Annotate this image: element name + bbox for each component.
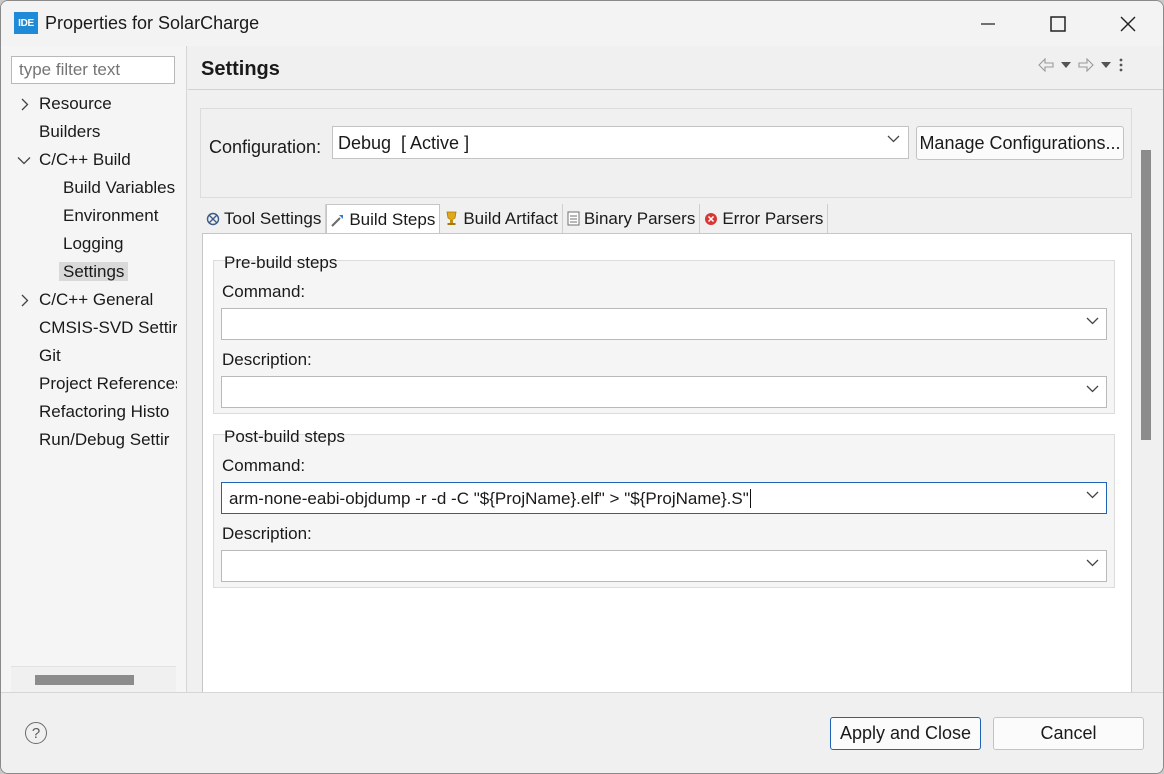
post-build-steps-group: Post-build steps Command: arm-none-eabi-…	[213, 427, 1115, 588]
configuration-select[interactable]: Debug [ Active ]	[332, 126, 909, 159]
tool-settings-icon	[206, 212, 220, 225]
title-divider	[188, 89, 1163, 90]
tree-horizontal-scrollbar[interactable]	[11, 666, 176, 692]
chevron-right-icon[interactable]	[17, 90, 31, 118]
tree-item-git[interactable]: Git	[39, 342, 61, 370]
configuration-label: Configuration:	[209, 137, 322, 157]
post-build-description-label: Description:	[222, 524, 312, 543]
chevron-down-icon[interactable]	[17, 146, 31, 174]
chevron-right-icon[interactable]	[17, 286, 31, 314]
cancel-button[interactable]: Cancel	[993, 717, 1144, 750]
close-icon	[1120, 16, 1136, 31]
tab-binary-parsers[interactable]: Binary Parsers	[563, 204, 701, 233]
window-title: Properties for SolarCharge	[45, 13, 260, 33]
pre-build-description-input[interactable]	[221, 376, 1107, 408]
tree-item-cmsis-svd-settings[interactable]: CMSIS-SVD Settir	[39, 314, 177, 342]
minimize-button[interactable]	[953, 1, 1023, 46]
settings-tabs: Tool Settings Build Steps Build Artifact…	[202, 204, 829, 234]
tree-item-build-variables[interactable]: Build Variables	[63, 174, 175, 202]
tree-item-settings[interactable]: Settings	[59, 258, 129, 286]
tree-item-environment[interactable]: Environment	[63, 202, 158, 230]
binary-parsers-icon	[567, 211, 580, 226]
back-arrow-icon[interactable]	[1038, 58, 1054, 72]
tab-build-steps[interactable]: Build Steps	[326, 204, 441, 234]
configuration-value: Debug [ Active ]	[338, 133, 470, 153]
tree-item-cpp-general[interactable]: C/C++ General	[17, 286, 177, 314]
maximize-icon	[1050, 15, 1066, 32]
configuration-area: Configuration: Debug [ Active ] Manage C…	[200, 108, 1132, 198]
post-build-command-input[interactable]: arm-none-eabi-objdump -r -d -C "${ProjNa…	[221, 482, 1107, 514]
properties-dialog: IDE Properties for SolarCharge Resource …	[0, 0, 1164, 774]
app-icon: IDE	[14, 12, 38, 34]
pre-build-steps-group: Pre-build steps Command: Description:	[213, 253, 1115, 414]
post-build-description-input[interactable]	[221, 550, 1107, 582]
tree-item-resource[interactable]: Resource	[17, 90, 177, 118]
chevron-down-icon[interactable]	[1086, 559, 1099, 567]
help-icon[interactable]: ?	[25, 722, 47, 744]
tree-item-logging[interactable]: Logging	[63, 230, 124, 258]
apply-and-close-button[interactable]: Apply and Close	[830, 717, 981, 750]
tab-error-parsers[interactable]: Error Parsers	[700, 204, 829, 233]
chevron-down-icon[interactable]	[1086, 317, 1099, 325]
property-tree-panel: Resource Builders C/C++ Build Build Vari…	[1, 46, 187, 692]
chevron-down-icon	[887, 135, 900, 143]
tree-item-refactoring-history[interactable]: Refactoring Histo	[39, 398, 177, 426]
close-button[interactable]	[1093, 1, 1163, 46]
scrollbar-thumb[interactable]	[35, 675, 134, 685]
chevron-down-icon[interactable]	[1086, 385, 1099, 393]
post-build-command-label: Command:	[222, 456, 306, 475]
filter-input[interactable]	[11, 56, 175, 84]
tree-item-builders[interactable]: Builders	[39, 118, 100, 146]
post-build-title: Post-build steps	[224, 427, 345, 446]
page-title: Settings	[201, 58, 280, 80]
settings-vertical-scrollbar[interactable]	[1138, 108, 1154, 688]
settings-page: Settings Configuration: Debug [ Active ]…	[188, 46, 1163, 692]
title-bar: IDE Properties for SolarCharge	[1, 1, 1163, 46]
pre-build-title: Pre-build steps	[224, 253, 338, 272]
manage-configurations-button[interactable]: Manage Configurations...	[916, 126, 1124, 160]
pre-build-command-label: Command:	[222, 282, 306, 301]
build-steps-panel: Pre-build steps Command: Description: Po…	[202, 233, 1132, 692]
chevron-down-icon[interactable]	[1086, 491, 1099, 499]
error-parsers-icon	[705, 212, 718, 225]
pre-build-description-label: Description:	[222, 350, 312, 369]
tree-item-project-references[interactable]: Project References	[39, 370, 177, 398]
dialog-footer: ? Apply and Close Cancel	[1, 692, 1163, 773]
pre-build-command-input[interactable]	[221, 308, 1107, 340]
build-artifact-icon	[446, 211, 457, 225]
minimize-icon	[981, 22, 995, 25]
build-steps-icon	[331, 214, 344, 227]
forward-dropdown-icon[interactable]	[1100, 61, 1112, 69]
page-navigation	[1038, 55, 1148, 75]
tab-build-artifact[interactable]: Build Artifact	[440, 204, 563, 233]
back-dropdown-icon[interactable]	[1060, 61, 1072, 69]
tree-item-cpp-build[interactable]: C/C++ Build	[17, 146, 177, 174]
forward-arrow-icon[interactable]	[1078, 58, 1094, 72]
scrollbar-thumb[interactable]	[1141, 150, 1151, 440]
maximize-button[interactable]	[1023, 1, 1093, 46]
text-cursor	[749, 489, 751, 508]
tab-tool-settings[interactable]: Tool Settings	[202, 204, 327, 233]
view-menu-icon[interactable]	[1118, 58, 1124, 72]
tree-item-run-debug-settings[interactable]: Run/Debug Settir	[39, 426, 177, 454]
